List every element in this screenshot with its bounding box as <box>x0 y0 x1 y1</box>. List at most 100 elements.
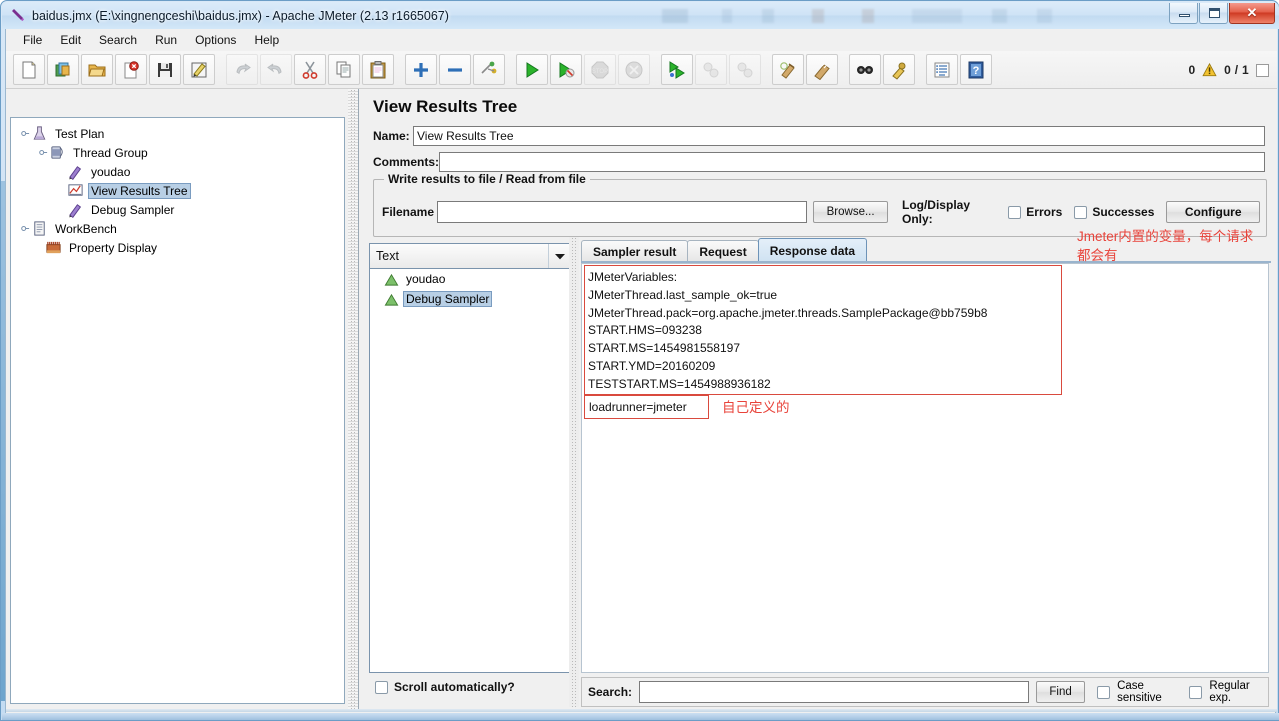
menu-help-label: Help <box>254 33 280 47</box>
menu-edit[interactable]: Edit <box>51 31 90 49</box>
search-label: Search: <box>588 685 633 699</box>
start-no-timers-icon <box>559 61 575 78</box>
list-item[interactable]: youdao <box>370 269 570 289</box>
menu-file[interactable]: File <box>14 31 51 49</box>
undo-button[interactable] <box>226 54 258 85</box>
case-sensitive-checkbox[interactable] <box>1097 685 1111 699</box>
scroll-automatically-checkbox[interactable] <box>375 680 388 694</box>
function-helper-button[interactable] <box>926 54 958 85</box>
sampler-icon <box>69 204 82 218</box>
list-item[interactable]: Debug Sampler <box>370 289 570 309</box>
close-file-button[interactable] <box>115 54 147 85</box>
menu-options[interactable]: Options <box>186 31 245 49</box>
window-client: File Edit Search Run Options Help STOP ?… <box>5 29 1277 715</box>
shutdown-icon <box>625 61 643 78</box>
tree-node-workbench[interactable]: WorkBench <box>17 219 344 238</box>
list-item-label: Debug Sampler <box>403 291 493 307</box>
chevron-down-icon[interactable] <box>548 244 570 268</box>
remote-stop-all-button[interactable] <box>695 54 727 85</box>
templates-button[interactable] <box>47 54 79 85</box>
filename-input[interactable] <box>436 201 808 223</box>
results-content-splitter[interactable] <box>569 237 579 707</box>
save-button[interactable] <box>149 54 181 85</box>
maximize-button[interactable] <box>1199 3 1228 24</box>
help-button[interactable]: ? <box>960 54 992 85</box>
remote-shutdown-all-button[interactable] <box>729 54 761 85</box>
cut-button[interactable] <box>294 54 326 85</box>
tree-expand-handle-icon[interactable] <box>39 148 48 157</box>
regular-exp-checkbox[interactable] <box>1189 685 1203 699</box>
configure-button[interactable]: Configure <box>1166 201 1260 223</box>
copy-button[interactable] <box>328 54 360 85</box>
name-input[interactable]: View Results Tree <box>413 126 1265 146</box>
tree-node-test-plan[interactable]: Test Plan <box>17 124 344 143</box>
collapse-all-button[interactable] <box>439 54 471 85</box>
new-icon <box>22 61 36 78</box>
clear-all-button[interactable] <box>806 54 838 85</box>
tree-node-debug-sampler[interactable]: Debug Sampler <box>17 200 344 219</box>
toggle-button[interactable] <box>473 54 505 85</box>
open-icon <box>88 64 106 76</box>
sampler-icon <box>69 166 82 180</box>
write-results-group-title: Write results to file / Read from file <box>384 172 590 186</box>
tree-content-splitter[interactable] <box>348 89 358 712</box>
open-button[interactable] <box>81 54 113 85</box>
tree-node-thread-group[interactable]: Thread Group <box>17 143 344 162</box>
minimize-button[interactable] <box>1169 3 1198 24</box>
tree-expand-handle-icon[interactable] <box>21 129 30 138</box>
expand-all-icon <box>414 62 428 77</box>
workbench-icon <box>34 221 45 236</box>
redo-icon <box>267 63 282 74</box>
svg-text:STOP: STOP <box>592 69 608 75</box>
log-display-only-label: Log/Display Only: <box>901 198 970 226</box>
tree-expand-handle-icon[interactable] <box>21 224 30 233</box>
new-button[interactable] <box>13 54 45 85</box>
remote-start-all-button[interactable] <box>661 54 693 85</box>
comments-input[interactable] <box>439 152 1265 172</box>
render-selector[interactable]: Text <box>369 243 571 269</box>
search-input[interactable] <box>639 681 1030 703</box>
property-display-icon <box>46 241 61 254</box>
stop-button[interactable]: STOP <box>584 54 616 85</box>
comments-row: Comments: <box>373 151 1267 173</box>
browse-button[interactable]: Browse... <box>813 201 888 223</box>
start-icon <box>526 61 539 78</box>
menu-run[interactable]: Run <box>146 31 186 49</box>
search-button[interactable] <box>849 54 881 85</box>
redo-button[interactable] <box>260 54 292 85</box>
clear-button[interactable] <box>772 54 804 85</box>
expand-all-button[interactable] <box>405 54 437 85</box>
errors-checkbox[interactable] <box>1008 205 1022 219</box>
save-as-button[interactable] <box>183 54 215 85</box>
start-button[interactable] <box>516 54 548 85</box>
tree-label: Property Display <box>69 240 158 255</box>
tree-node-view-results-tree[interactable]: View Results Tree <box>17 181 344 200</box>
builtin-variables-note-line2: 都会有 <box>1077 248 1118 263</box>
tab-sampler-result[interactable]: Sampler result <box>581 240 689 262</box>
tree-node-property-display[interactable]: Property Display <box>17 238 344 257</box>
svg-text:?: ? <box>973 65 980 77</box>
menu-help[interactable]: Help <box>245 31 288 49</box>
tab-request[interactable]: Request <box>687 240 759 262</box>
tree-node-youdao[interactable]: youdao <box>17 162 344 181</box>
page-title: View Results Tree <box>373 97 518 116</box>
test-plan-tree: Test Plan Thread Group youdao View Resul… <box>11 118 344 703</box>
bottom-scroll-strip[interactable] <box>6 709 1277 712</box>
response-data-view[interactable]: JMeterVariables: JMeterThread.last_sampl… <box>581 263 1269 673</box>
test-plan-icon <box>33 126 46 140</box>
search-reset-button[interactable] <box>883 54 915 85</box>
results-list[interactable]: youdao Debug Sampler <box>369 269 571 673</box>
close-button[interactable]: ✕ <box>1229 3 1275 24</box>
custom-variable-highlight-box: loadrunner=jmeter <box>584 395 709 419</box>
templates-icon <box>55 62 70 76</box>
find-button[interactable]: Find <box>1036 681 1086 703</box>
tab-response-data[interactable]: Response data <box>757 238 868 262</box>
start-no-timers-button[interactable] <box>550 54 582 85</box>
case-sensitive-label: Case sensitive <box>1117 680 1162 704</box>
warning-icon[interactable] <box>1202 63 1217 77</box>
paste-button[interactable] <box>362 54 394 85</box>
menu-options-label: Options <box>195 33 237 47</box>
shutdown-button[interactable] <box>618 54 650 85</box>
menu-search[interactable]: Search <box>90 31 146 49</box>
successes-checkbox[interactable] <box>1074 205 1088 219</box>
